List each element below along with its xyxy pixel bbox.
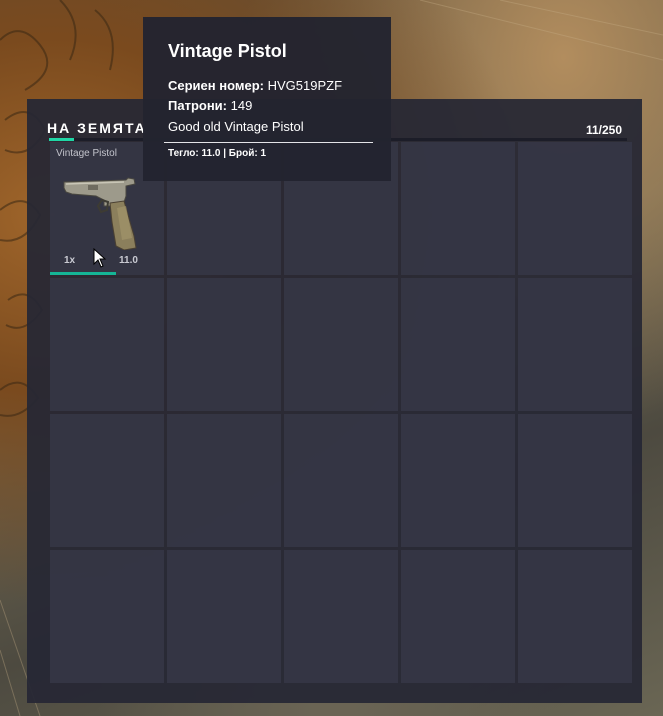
item-name: Vintage Pistol	[56, 148, 117, 159]
inventory-slot-9[interactable]	[401, 278, 515, 411]
inventory-slot-10[interactable]	[518, 278, 632, 411]
inventory-slot-20[interactable]	[518, 550, 632, 683]
ammo-label: Патрони:	[168, 98, 227, 113]
capacity-counter: 11/250	[585, 123, 622, 137]
tooltip-description: Good old Vintage Pistol	[168, 119, 304, 134]
item-quantity: 1x	[64, 255, 76, 266]
inventory-slot-7[interactable]	[167, 278, 281, 411]
inventory-slot-6[interactable]	[50, 278, 164, 411]
inventory-slot-12[interactable]	[167, 414, 281, 547]
inventory-slot-16[interactable]	[50, 550, 164, 683]
panel-title: НА ЗЕМЯТА	[47, 120, 147, 136]
inventory-slot-8[interactable]	[284, 278, 398, 411]
inventory-slot-15[interactable]	[518, 414, 632, 547]
ground-inventory-panel: НА ЗЕМЯТА 11/250 Vintage Pistol 1x 11.0	[27, 99, 642, 703]
tooltip-serial-row: Сериен номер: HVG519PZF	[168, 78, 342, 93]
serial-label: Сериен номер:	[168, 78, 264, 93]
inventory-slot-17[interactable]	[167, 550, 281, 683]
inventory-slot-14[interactable]	[401, 414, 515, 547]
inventory-slot-4[interactable]	[401, 142, 515, 275]
tooltip-ammo-row: Патрони: 149	[168, 98, 252, 113]
durability-fill	[50, 272, 117, 275]
durability-bar	[50, 272, 164, 275]
ammo-value: 149	[230, 98, 253, 113]
arrow-cursor-icon	[93, 248, 107, 268]
serial-value: HVG519PZF	[267, 78, 343, 93]
inventory-slot-5[interactable]	[518, 142, 632, 275]
inventory-slot-19[interactable]	[401, 550, 515, 683]
tooltip-divider	[164, 142, 373, 143]
title-accent-bar	[49, 138, 74, 141]
inventory-slot-18[interactable]	[284, 550, 398, 683]
vintage-pistol-icon	[63, 177, 137, 250]
tooltip-title: Vintage Pistol	[168, 41, 287, 61]
inventory-grid: Vintage Pistol 1x 11.0	[50, 142, 632, 683]
tooltip-footer: Тегло: 11.0 | Брой: 1	[168, 148, 267, 159]
item-tooltip: Vintage Pistol Сериен номер: HVG519PZF П…	[143, 17, 391, 181]
inventory-slot-11[interactable]	[50, 414, 164, 547]
inventory-slot-13[interactable]	[284, 414, 398, 547]
item-weight: 11.0	[119, 255, 138, 266]
